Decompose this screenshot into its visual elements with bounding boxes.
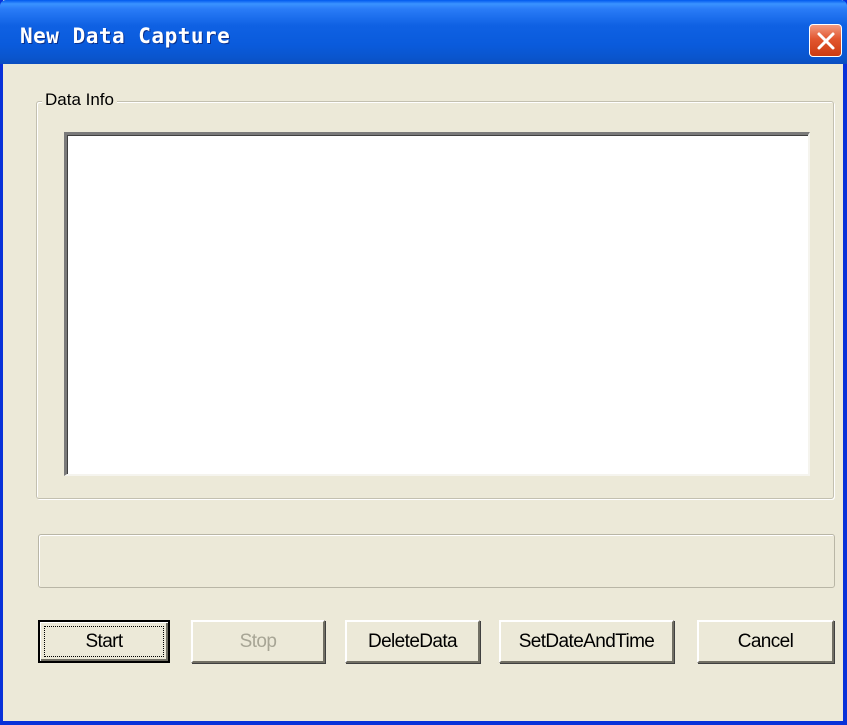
status-panel xyxy=(38,534,835,588)
cancel-button[interactable]: Cancel xyxy=(697,620,834,663)
window-title: New Data Capture xyxy=(20,24,231,48)
close-icon xyxy=(817,32,835,50)
dialog-window: New Data Capture Data Info Start Stop De… xyxy=(0,0,847,725)
title-bar[interactable]: New Data Capture xyxy=(0,0,847,64)
close-button[interactable] xyxy=(809,24,842,57)
data-info-label: Data Info xyxy=(42,89,117,111)
set-date-time-button-label: SetDateAndTime xyxy=(518,631,655,652)
delete-data-button-label: DeleteData xyxy=(367,631,458,652)
stop-button[interactable]: Stop xyxy=(191,620,325,663)
start-button-label: Start xyxy=(85,631,123,652)
start-button[interactable]: Start xyxy=(38,620,170,663)
cancel-button-label: Cancel xyxy=(737,631,794,652)
set-date-time-button[interactable]: SetDateAndTime xyxy=(499,620,674,663)
data-info-listbox[interactable] xyxy=(64,132,810,476)
stop-button-label: Stop xyxy=(239,631,277,652)
delete-data-button[interactable]: DeleteData xyxy=(345,620,480,663)
